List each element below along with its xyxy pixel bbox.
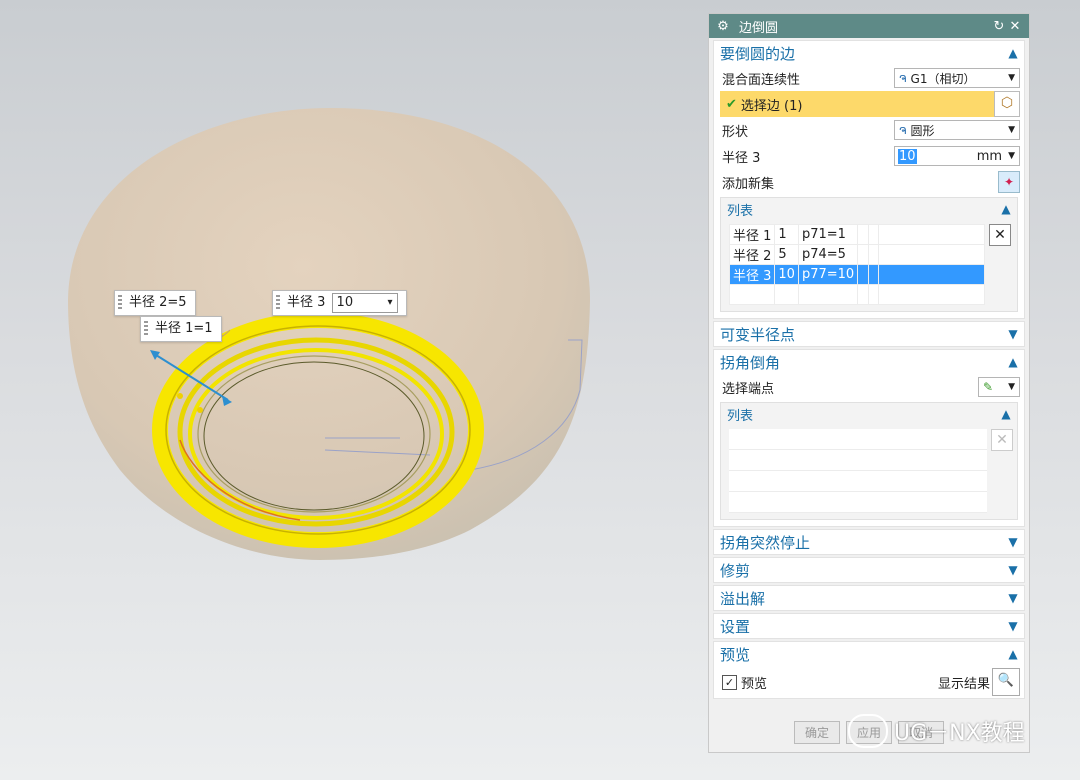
chevron-up-icon[interactable]: ▲ xyxy=(1006,46,1020,60)
section-settings-header[interactable]: 设置 ▼ xyxy=(714,614,1024,638)
radius-list-table: 半径 1 1 p71=1 半径 2 5 p74=5 半径 3 10 p77=10 xyxy=(728,224,985,305)
delete-icon: ✕ xyxy=(991,429,1013,451)
wechat-icon xyxy=(848,714,888,748)
section-preview-header[interactable]: 预览 ▲ xyxy=(714,642,1024,666)
chevron-down-icon[interactable]: ▼ xyxy=(1006,535,1020,549)
section-corner-chamfer: 拐角倒角 ▲ 选择端点 ✎ ▼ 列表 ▲ ✕ xyxy=(713,349,1025,527)
radius-3-tag[interactable]: 半径 3 10 xyxy=(272,290,407,316)
corner-list-header[interactable]: 列表 ▲ xyxy=(721,403,1017,425)
section-overflow-header[interactable]: 溢出解 ▼ xyxy=(714,586,1024,610)
radius-2-tag[interactable]: 半径 2=5 xyxy=(114,290,196,316)
watermark: UG－NX教程 xyxy=(848,714,1025,748)
radius-input[interactable]: 10 mm ▼ xyxy=(894,146,1020,166)
chevron-up-icon[interactable]: ▲ xyxy=(999,407,1013,421)
chevron-down-icon[interactable]: ▼ xyxy=(1006,591,1020,605)
preview-row: ✓ 预览 显示结果 🔍 xyxy=(714,666,1024,698)
section-trim: 修剪 ▼ xyxy=(713,557,1025,583)
table-row[interactable]: 半径 1 1 p71=1 xyxy=(728,224,985,245)
chevron-down-icon[interactable]: ▼ xyxy=(1006,327,1020,341)
chevron-up-icon[interactable]: ▲ xyxy=(1006,647,1020,661)
section-overflow: 溢出解 ▼ xyxy=(713,585,1025,611)
continuity-select[interactable]: ຈ G1（相切） ▼ xyxy=(894,68,1020,88)
radius-1-tag[interactable]: 半径 1=1 xyxy=(140,316,222,342)
table-row-selected[interactable]: 半径 3 10 p77=10 xyxy=(728,264,985,285)
chevron-down-icon[interactable]: ▼ xyxy=(1006,563,1020,577)
add-set-row: 添加新集 ✦ xyxy=(714,169,1024,195)
reset-icon[interactable]: ↻ xyxy=(991,19,1007,34)
section-corner-stop: 拐角突然停止 ▼ xyxy=(713,529,1025,555)
select-end-row: 选择端点 ✎ ▼ xyxy=(714,374,1024,400)
ok-button[interactable]: 确定 xyxy=(793,720,840,744)
gear-icon: ⚙ xyxy=(717,18,729,34)
shape-select[interactable]: ຈ 圆形 ▼ xyxy=(894,120,1020,140)
magnifier-icon[interactable]: 🔍 xyxy=(992,668,1020,696)
edge-list-header[interactable]: 列表 ▲ xyxy=(721,198,1017,220)
shape-icon: ຈ xyxy=(899,123,907,137)
edge-blend-dialog: ⚙ 边倒圆 ↻ ✕ 要倒圆的边 ▲ 混合面连续性 ຈ G1（相切） ▼ ✔ 选择… xyxy=(708,13,1030,753)
delete-icon[interactable]: ✕ xyxy=(989,224,1011,246)
section-preview: 预览 ▲ ✓ 预览 显示结果 🔍 xyxy=(713,641,1025,699)
chevron-down-icon: ▼ xyxy=(1008,125,1015,135)
section-variable-radius: 可变半径点 ▼ xyxy=(713,321,1025,347)
section-edges-header[interactable]: 要倒圆的边 ▲ xyxy=(714,41,1024,65)
chevron-down-icon: ▼ xyxy=(1008,73,1015,83)
chevron-down-icon: ▼ xyxy=(1008,382,1015,392)
section-trim-header[interactable]: 修剪 ▼ xyxy=(714,558,1024,582)
add-set-button[interactable]: ✦ xyxy=(998,171,1020,193)
table-row xyxy=(728,284,985,305)
cube-icon[interactable]: ⬡ xyxy=(994,91,1020,117)
drag-grip-icon[interactable] xyxy=(276,295,280,311)
chevron-down-icon[interactable]: ▼ xyxy=(1008,151,1015,161)
radius-3-tag-input[interactable]: 10 xyxy=(331,292,398,313)
preview-checkbox[interactable]: ✓ xyxy=(722,674,737,690)
check-icon: ✔ xyxy=(726,96,737,112)
dialog-title: 边倒圆 xyxy=(739,20,779,36)
corner-list-panel: 列表 ▲ ✕ xyxy=(720,402,1018,520)
section-settings: 设置 ▼ xyxy=(713,613,1025,639)
drag-grip-icon[interactable] xyxy=(144,321,148,337)
edge-list-panel: 列表 ▲ 半径 1 1 p71=1 半径 2 5 p74=5 半径 3 10 p… xyxy=(720,197,1018,312)
dialog-titlebar[interactable]: ⚙ 边倒圆 ↻ ✕ xyxy=(709,14,1029,38)
continuity-row: 混合面连续性 ຈ G1（相切） ▼ xyxy=(714,65,1024,91)
continuity-icon: ຈ xyxy=(899,71,907,85)
bowl-model xyxy=(68,108,590,560)
table-row[interactable]: 半径 2 5 p74=5 xyxy=(728,244,985,265)
section-variable-radius-header[interactable]: 可变半径点 ▼ xyxy=(714,322,1024,346)
shape-row: 形状 ຈ 圆形 ▼ xyxy=(714,117,1024,143)
corner-list-table xyxy=(729,429,987,513)
close-icon[interactable]: ✕ xyxy=(1007,19,1023,34)
chevron-up-icon[interactable]: ▲ xyxy=(999,202,1013,216)
drag-grip-icon[interactable] xyxy=(118,295,122,311)
radius-row: 半径 3 10 mm ▼ xyxy=(714,143,1024,169)
chevron-down-icon[interactable]: ▼ xyxy=(1006,619,1020,633)
section-corner-chamfer-header[interactable]: 拐角倒角 ▲ xyxy=(714,350,1024,374)
select-edge-row[interactable]: ✔ 选择边 (1) ⬡ xyxy=(720,91,1020,117)
section-corner-stop-header[interactable]: 拐角突然停止 ▼ xyxy=(714,530,1024,554)
graphics-viewport[interactable]: 半径 2=5 半径 1=1 半径 3 10 xyxy=(0,0,705,780)
section-edges: 要倒圆的边 ▲ 混合面连续性 ຈ G1（相切） ▼ ✔ 选择边 (1) ⬡ 形状… xyxy=(713,40,1025,319)
point-pick-icon: ✎ xyxy=(983,380,994,394)
chevron-up-icon[interactable]: ▲ xyxy=(1006,355,1020,369)
select-end-button[interactable]: ✎ ▼ xyxy=(978,377,1020,397)
